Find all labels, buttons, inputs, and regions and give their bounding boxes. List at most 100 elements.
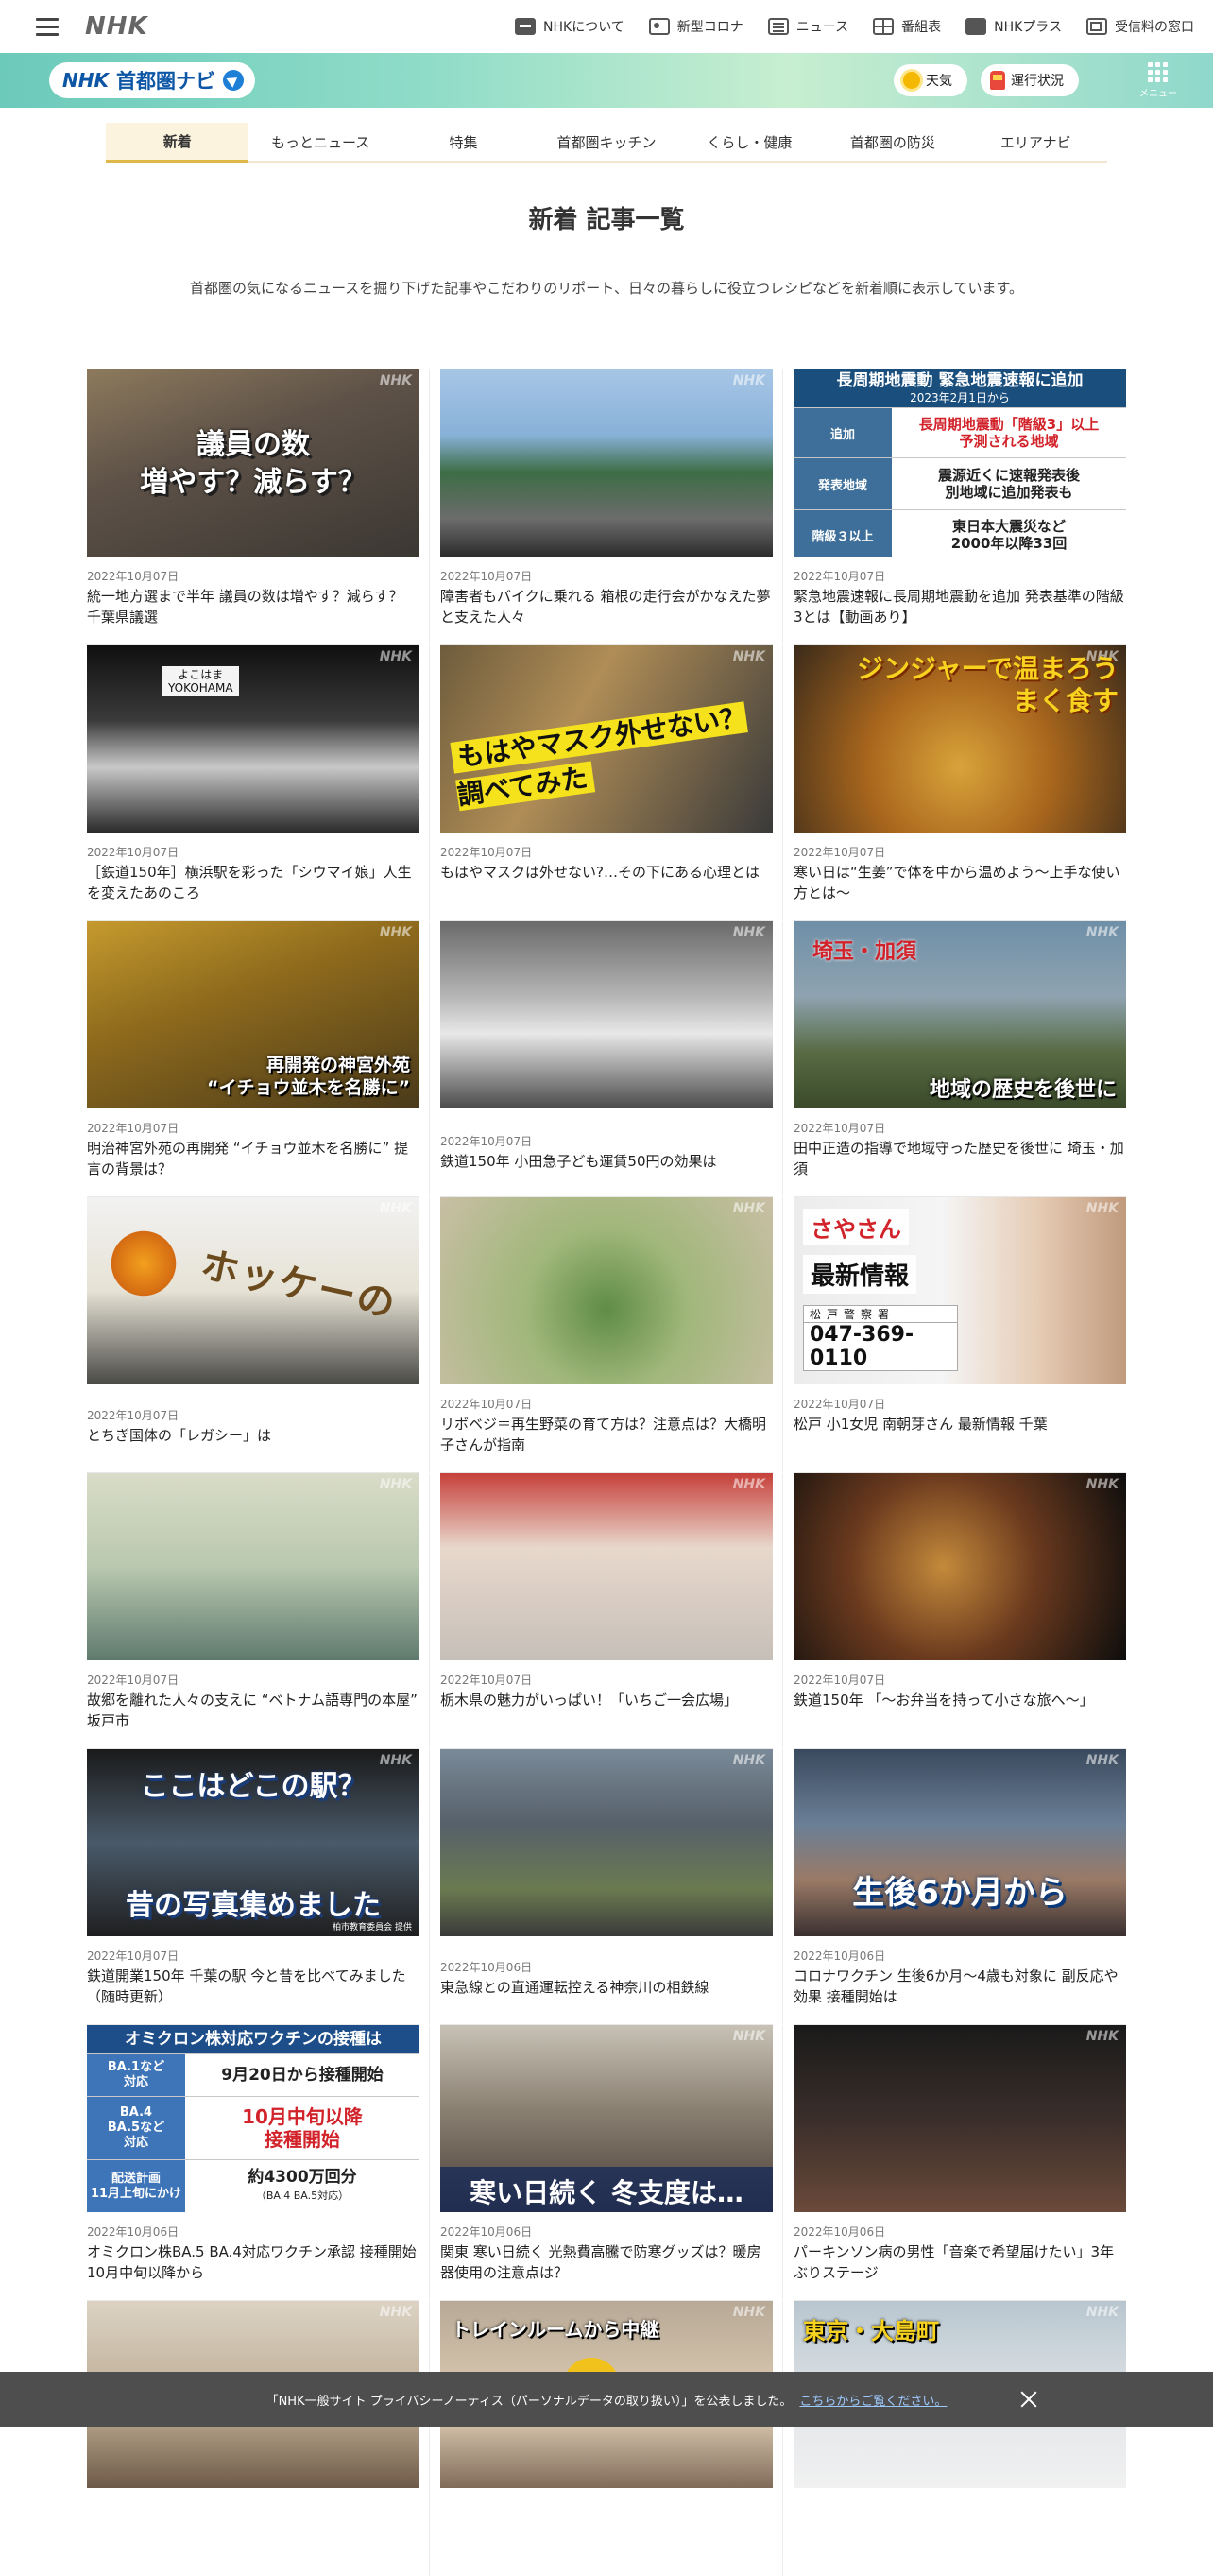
article-date: 2022年10月07日 xyxy=(440,1674,533,1687)
nav-link-program-guide[interactable]: 番組表 xyxy=(873,17,941,36)
corona-icon xyxy=(648,18,670,35)
program-guide-icon xyxy=(873,18,895,35)
article-title: リボベジ＝再生野菜の育て方は？注意点は？大橋明子さんが指南 xyxy=(440,1416,767,1453)
thumbnail-caption: 東京・大島町 xyxy=(803,2318,939,2344)
article-title: 関東 寒い日続く 光熱費高騰で防寒グッズは？暖房器使用の注意点は？ xyxy=(440,2243,761,2281)
article-thumbnail: NHK xyxy=(794,1473,1126,1660)
article-thumbnail: NHK 生後6か月から xyxy=(794,1749,1126,1936)
article-title: 田中正造の指導で地域守った歴史を後世に 埼玉・加須 xyxy=(794,1140,1124,1177)
article-grid: NHK 議員の数 増やす？減らす？ 2022年10月07日 統一地方選まで半年 … xyxy=(87,369,1126,2576)
article-date: 2022年10月07日 xyxy=(87,1409,179,1422)
close-icon[interactable] xyxy=(1018,2389,1039,2410)
article-date: 2022年10月07日 xyxy=(794,1398,886,1411)
global-nav-links: NHKについて 新型コロナ ニュース 番組表 NHKプラス 受信料の窓口 xyxy=(515,17,1194,36)
article-thumbnail: NHK xyxy=(440,1197,773,1384)
article-title: 明治神宮外苑の再開発 “イチョウ並木を名勝に” 提言の背景は？ xyxy=(87,1140,409,1177)
article-card[interactable]: NHK もはやマスク外せない？ 調べてみた 2022年10月07日 もはやマスク… xyxy=(440,644,783,920)
article-card[interactable]: NHK 生後6か月から 2022年10月06日 コロナワクチン 生後6か月～4歳… xyxy=(794,1748,1126,2024)
article-card[interactable]: NHK 2022年10月07日 鉄道150年 「～お弁当を持って小さな旅へ～」 xyxy=(794,1472,1126,1748)
thumbnail-caption: もはやマスク外せない？ 調べてみた xyxy=(450,698,754,815)
tab-disaster-prevention[interactable]: 首都圏の防災 xyxy=(821,123,964,161)
article-card[interactable]: NHK トレインルームから中継 xyxy=(440,2300,783,2576)
article-card[interactable]: NHK 議員の数 増やす？減らす？ 2022年10月07日 統一地方選まで半年 … xyxy=(87,369,430,644)
article-thumbnail: NHK 埼玉・加須 地域の歴史を後世に xyxy=(794,921,1126,1108)
article-card[interactable]: NHK 埼玉・加須 地域の歴史を後世に 2022年10月07日 田中正造の指導で… xyxy=(794,920,1126,1196)
thumbnail-vaccine-header: オミクロン株対応ワクチンの接種は xyxy=(87,2025,419,2053)
thumbnail-location: 埼玉・加須 xyxy=(812,940,917,964)
article-thumbnail: NHK ここはどこの駅？ 昔の写真集めました 柏市教育委員会 提供 xyxy=(87,1749,419,1936)
thumbnail-credit: 柏市教育委員会 提供 xyxy=(333,1923,412,1932)
article-card[interactable]: NHK ジンジャーで温まろう まく食す 2022年10月07日 寒い日は“生姜”… xyxy=(794,644,1126,920)
article-thumbnail: NHK xyxy=(440,369,773,557)
tab-features[interactable]: 特集 xyxy=(392,123,535,161)
article-date: 2022年10月07日 xyxy=(87,1122,179,1135)
article-date: 2022年10月07日 xyxy=(794,846,886,859)
nhk-logo[interactable]: NHK xyxy=(85,12,148,41)
article-card[interactable]: NHK 2022年10月07日 リボベジ＝再生野菜の育て方は？注意点は？大橋明子… xyxy=(440,1196,783,1472)
page-description: 首都圏の気になるニュースを掘り下げた記事やこだわりのリポート、日々の暮らしに役立… xyxy=(189,280,1023,297)
tab-area-navi[interactable]: エリアナビ xyxy=(965,123,1107,161)
privacy-notice-banner: 「NHK一般サイト プライバシーノーティス（パーソナルデータの取り扱い）」を公表… xyxy=(0,2372,1213,2427)
article-card[interactable]: 長周期地震動 緊急地震速報に追加 2023年2月1日から 追加 長周期地震動「階級3… xyxy=(794,369,1126,644)
article-thumbnail: NHK よこはま YOKOHAMA xyxy=(87,645,419,833)
traffic-status-button[interactable]: 運行状況 xyxy=(981,64,1079,96)
article-date: 2022年10月07日 xyxy=(440,846,533,859)
weather-button[interactable]: 天気 xyxy=(894,64,967,96)
article-date: 2022年10月07日 xyxy=(87,846,179,859)
article-date: 2022年10月07日 xyxy=(440,570,533,583)
article-card[interactable]: NHK さやさん 最新情報 松戸警察署 047-369-0110 2022年10… xyxy=(794,1196,1126,1472)
section-tabs: 新着 もっとニュース 特集 首都圏キッチン くらし・健康 首都圏の防災 エリアナ… xyxy=(106,123,1107,163)
article-title: 統一地方選まで半年 議員の数は増やす？減らす？ 千葉県議選 xyxy=(87,588,403,626)
article-card[interactable]: NHK 再開発の神宮外苑 “イチョウ並木を名勝に” 2022年10月07日 明治… xyxy=(87,920,430,1196)
article-card[interactable]: NHK 2022年10月07日 障害者もバイクに乗れる 箱根の走行会がかなえた夢… xyxy=(440,369,783,644)
sun-icon xyxy=(903,72,920,89)
article-card[interactable]: NHK ホッケーの 2022年10月07日 とちぎ国体の「レガシー」は xyxy=(87,1196,430,1472)
article-title: 東急線との直通運転控える神奈川の相鉄線 xyxy=(440,1979,709,1996)
thumbnail-caption: 議員の数 増やす？減らす？ xyxy=(140,428,367,499)
menu-button[interactable]: メニュー xyxy=(1139,61,1177,99)
article-thumbnail: NHK xyxy=(87,1473,419,1660)
global-header: NHK NHKについて 新型コロナ ニュース 番組表 NHKプラス 受信料の窓口 xyxy=(0,0,1213,53)
article-date: 2022年10月07日 xyxy=(794,570,886,583)
article-title: 鉄道150年 「～お弁当を持って小さな旅へ～」 xyxy=(794,1692,1094,1709)
tab-life-health[interactable]: くらし・健康 xyxy=(678,123,821,161)
thumbnail-sign: よこはま YOKOHAMA xyxy=(162,666,239,696)
article-card[interactable]: NHK 2022年10月06日 東急線との直通運転控える神奈川の相鉄線 xyxy=(440,1748,783,2024)
article-card[interactable]: NHK 寒い日続く 冬支度は… 2022年10月06日 関東 寒い日続く 光熱費… xyxy=(440,2024,783,2300)
article-thumbnail: NHK xyxy=(440,921,773,1108)
nav-link-news[interactable]: ニュース xyxy=(767,17,848,36)
article-card[interactable]: NHK よこはま YOKOHAMA 2022年10月07日 ［鉄道150年］横浜… xyxy=(87,644,430,920)
article-thumbnail: 長周期地震動 緊急地震速報に追加 2023年2月1日から 追加 長周期地震動「階級3… xyxy=(794,369,1126,557)
flower-logo-icon xyxy=(106,1226,181,1301)
article-thumbnail: NHK もはやマスク外せない？ 調べてみた xyxy=(440,645,773,833)
article-title: 松戸 小1女児 南朝芽さん 最新情報 千葉 xyxy=(794,1416,1048,1433)
nav-link-about-nhk[interactable]: NHKについて xyxy=(515,17,624,36)
article-card[interactable]: NHK ここはどこの駅？ 昔の写真集めました 柏市教育委員会 提供 2022年1… xyxy=(87,1748,430,2024)
article-card[interactable]: NHK 2022年10月07日 故郷を離れた人々の支えに “ベトナム語専門の本屋… xyxy=(87,1472,430,1748)
tab-new[interactable]: 新着 xyxy=(106,123,249,163)
nav-link-corona[interactable]: 新型コロナ xyxy=(648,17,743,36)
hamburger-menu-icon[interactable] xyxy=(36,17,59,36)
article-title: コロナワクチン 生後6か月～4歳も対象に 副反応や効果 接種開始は xyxy=(794,1967,1119,2005)
article-card[interactable]: NHK 2022年10月07日 栃木県の魅力がいっぱい！「いちご一会広場」 xyxy=(440,1472,783,1748)
nav-link-license-fee[interactable]: 受信料の窓口 xyxy=(1086,17,1194,36)
article-card[interactable]: NHK 東京・大島町 xyxy=(794,2300,1126,2576)
article-date: 2022年10月07日 xyxy=(87,570,179,583)
article-card[interactable]: NHK xyxy=(87,2300,430,2576)
article-title: 鉄道150年 小田急子ども運賃50円の効果は xyxy=(440,1153,717,1170)
article-thumbnail: NHK xyxy=(440,1473,773,1660)
privacy-notice-link[interactable]: こちらからご覧ください。 xyxy=(799,2391,947,2409)
article-card[interactable]: NHK 2022年10月06日 パーキンソン病の男性「音楽で希望届けたい」3年ぶ… xyxy=(794,2024,1126,2300)
thumbnail-caption: 地域の歴史を後世に xyxy=(929,1078,1117,1102)
privacy-notice-text: 「NHK一般サイト プライバシーノーティス（パーソナルデータの取り扱い）」を公表… xyxy=(265,2394,793,2409)
article-date: 2022年10月06日 xyxy=(440,1961,533,1974)
nav-link-nhk-plus[interactable]: NHKプラス xyxy=(965,17,1062,36)
shutoken-navi-logo[interactable]: NHK 首都圏ナビ xyxy=(49,62,255,98)
article-title: 緊急地震速報に長周期地震動を追加 発表基準の階級3とは【動画あり】 xyxy=(794,588,1124,626)
tab-kitchen[interactable]: 首都圏キッチン xyxy=(535,123,677,161)
article-card[interactable]: オミクロン株対応ワクチンの接種は BA.1など 対応 9月20日から接種開始 BA… xyxy=(87,2024,430,2300)
article-thumbnail: NHK さやさん 最新情報 松戸警察署 047-369-0110 xyxy=(794,1197,1126,1384)
article-card[interactable]: NHK 2022年10月07日 鉄道150年 小田急子ども運賃50円の効果は xyxy=(440,920,783,1196)
thumbnail-banner-text: ホッケーの xyxy=(196,1243,401,1328)
tab-more-news[interactable]: もっとニュース xyxy=(248,123,391,161)
